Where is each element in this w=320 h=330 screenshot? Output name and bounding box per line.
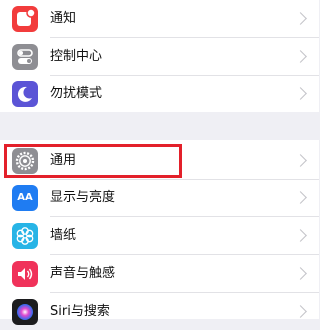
settings-row-label: 勿扰模式	[50, 85, 103, 101]
settings-row-notifications[interactable]: 通知	[0, 0, 319, 37]
siri-icon	[12, 298, 38, 325]
wallpaper-icon	[12, 222, 38, 249]
chevron-right-icon	[294, 191, 307, 204]
settings-group-2: 通用 AA 显示与亮度 墙纸 声音与触感 Siri与搜索	[0, 140, 319, 325]
display-brightness-icon-text: AA	[17, 192, 33, 203]
settings-row-sounds[interactable]: 声音与触感	[0, 255, 319, 292]
settings-row-label: Siri与搜索	[50, 303, 110, 319]
chevron-right-icon	[294, 229, 307, 242]
chevron-right-icon	[294, 267, 307, 280]
settings-row-display-brightness[interactable]: AA 显示与亮度	[0, 179, 319, 216]
settings-row-label: 声音与触感	[50, 265, 116, 281]
settings-row-label: 显示与亮度	[50, 189, 116, 205]
settings-row-label: 墙纸	[50, 227, 77, 243]
settings-row-label: 通用	[50, 152, 77, 168]
chevron-right-icon	[294, 12, 307, 25]
sounds-icon	[12, 260, 38, 287]
settings-group-1: 通知 控制中心 勿扰模式	[0, 0, 319, 112]
chevron-right-icon	[294, 87, 307, 100]
settings-row-general[interactable]: 通用	[0, 142, 319, 179]
settings-row-wallpaper[interactable]: 墙纸	[0, 217, 319, 254]
settings-row-label: 通知	[50, 10, 77, 26]
display-brightness-icon: AA	[12, 184, 38, 211]
control-center-icon	[12, 43, 38, 70]
chevron-right-icon	[294, 305, 307, 318]
gear-icon	[12, 147, 38, 174]
moon-icon	[12, 80, 38, 107]
settings-row-do-not-disturb[interactable]: 勿扰模式	[0, 75, 319, 112]
settings-row-control-center[interactable]: 控制中心	[0, 38, 319, 75]
notifications-icon	[12, 5, 38, 32]
chevron-right-icon	[294, 50, 307, 63]
settings-row-label: 控制中心	[50, 48, 103, 64]
settings-row-siri-search[interactable]: Siri与搜索	[0, 293, 319, 330]
chevron-right-icon	[294, 154, 307, 167]
